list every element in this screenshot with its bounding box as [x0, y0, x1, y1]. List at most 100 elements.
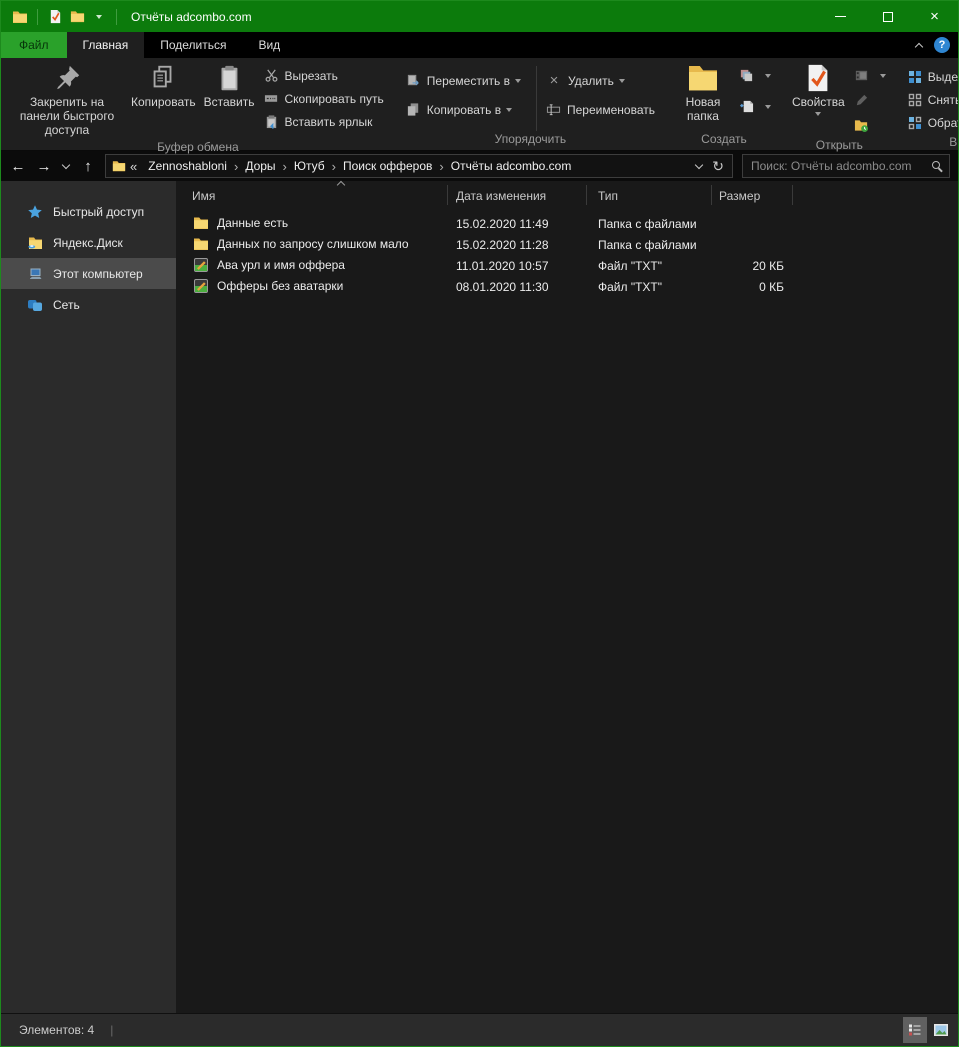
sidebar-item-label: Сеть	[53, 298, 80, 312]
refresh-icon[interactable]: ↻	[712, 158, 724, 175]
file-name: Данные есть	[217, 216, 288, 230]
copy-path-icon	[264, 91, 279, 106]
navigation-pane: Быстрый доступ Яндекс.Диск Этот компьюте…	[1, 181, 176, 1013]
help-icon[interactable]: ?	[934, 37, 950, 53]
qat-new-folder-icon[interactable]	[66, 5, 88, 29]
search-box[interactable]	[742, 154, 950, 178]
search-icon[interactable]	[932, 161, 940, 169]
file-row[interactable]: Офферы без аватарки 08.01.2020 11:30 Фай…	[176, 276, 958, 297]
column-header-date[interactable]: Дата изменения	[456, 189, 546, 203]
column-divider[interactable]	[792, 185, 793, 205]
select-none-button[interactable]: Снять выделение	[903, 88, 959, 111]
thumbnail-view-button[interactable]	[929, 1017, 953, 1043]
column-divider[interactable]	[447, 185, 448, 205]
easy-access-icon	[739, 68, 754, 83]
column-header-size[interactable]: Размер	[719, 189, 760, 203]
rename-label: Переименовать	[567, 103, 655, 117]
sidebar-item-quick-access[interactable]: Быстрый доступ	[1, 196, 176, 227]
file-list: Имя Дата изменения Тип Размер Данные ест…	[176, 181, 958, 1013]
copy-path-label: Скопировать путь	[285, 92, 384, 106]
details-view-button[interactable]	[903, 1017, 927, 1043]
qat-customize-dropdown[interactable]	[88, 5, 110, 29]
pin-label: Закрепить на панели быстрого доступа	[11, 95, 123, 137]
paste-shortcut-button[interactable]: Вставить ярлык	[259, 110, 389, 133]
tab-file[interactable]: Файл	[1, 32, 67, 58]
close-button[interactable]: ×	[911, 1, 958, 32]
back-button[interactable]: ←	[5, 153, 31, 179]
address-bar[interactable]: « Zennoshabloni › Доры › Ютуб › Поиск оф…	[105, 154, 733, 178]
file-row[interactable]: Ава урл и имя оффера 11.01.2020 10:57 Фа…	[176, 255, 958, 276]
file-row[interactable]: Данные есть 15.02.2020 11:49 Папка с фай…	[176, 213, 958, 234]
maximize-button[interactable]	[864, 1, 911, 32]
column-header-type[interactable]: Тип	[598, 189, 618, 203]
properties-icon	[803, 63, 833, 93]
new-item-dropdown-icon[interactable]	[765, 105, 771, 109]
sidebar-item-yandex-disk[interactable]: Яндекс.Диск	[1, 227, 176, 258]
navigation-bar: ← → ↑ « Zennoshabloni › Доры › Ютуб › По…	[1, 151, 958, 181]
copy-label: Копировать	[131, 95, 196, 109]
pin-to-quick-access-button[interactable]: Закрепить на панели быстрого доступа	[7, 61, 127, 139]
details-view-icon	[908, 1023, 922, 1037]
computer-icon	[27, 266, 43, 282]
breadcrumb-item[interactable]: Доры	[238, 159, 282, 173]
copy-to-dropdown-icon[interactable]	[506, 108, 512, 112]
address-dropdown-icon[interactable]	[695, 161, 703, 169]
new-folder-button[interactable]: Новая папка	[672, 61, 734, 125]
tab-view[interactable]: Вид	[242, 32, 296, 58]
star-icon	[27, 204, 43, 220]
tab-home[interactable]: Главная	[67, 32, 145, 58]
status-separator: |	[110, 1023, 113, 1037]
delete-dropdown-icon[interactable]	[619, 79, 625, 83]
paste-shortcut-label: Вставить ярлык	[285, 115, 373, 129]
copy-to-label: Копировать в	[427, 103, 501, 117]
up-button[interactable]: ↑	[75, 153, 101, 179]
edit-button[interactable]	[849, 89, 891, 112]
copy-to-icon	[406, 102, 421, 117]
copy-path-button[interactable]: Скопировать путь	[259, 87, 389, 110]
move-to-button[interactable]: Переместить в	[401, 69, 526, 92]
file-type: Папка с файлами	[598, 238, 697, 252]
yandex-disk-folder-icon	[27, 235, 43, 251]
minimize-button[interactable]	[817, 1, 864, 32]
forward-button[interactable]: →	[31, 153, 57, 179]
file-row[interactable]: Данных по запросу слишком мало 15.02.202…	[176, 234, 958, 255]
select-all-button[interactable]: Выделить все	[903, 65, 959, 88]
breadcrumb-item[interactable]: Ютуб	[287, 159, 332, 173]
sidebar-item-network[interactable]: Сеть	[1, 289, 176, 320]
easy-access-button[interactable]	[734, 64, 776, 87]
copy-to-button[interactable]: Копировать в	[401, 98, 526, 121]
sidebar-item-this-pc[interactable]: Этот компьютер	[1, 258, 176, 289]
cut-button[interactable]: Вырезать	[259, 64, 389, 87]
tab-share[interactable]: Поделиться	[144, 32, 242, 58]
open-with-button[interactable]	[849, 114, 891, 137]
recent-locations-button[interactable]	[57, 153, 75, 179]
collapse-ribbon-icon[interactable]	[915, 42, 923, 50]
file-size: 20 КБ	[701, 259, 784, 273]
properties-button[interactable]: Свойства	[788, 61, 849, 118]
group-label-select: Выделить	[897, 134, 959, 150]
copy-button[interactable]: Копировать	[127, 61, 200, 111]
cut-label: Вырезать	[285, 69, 338, 83]
new-item-button[interactable]	[734, 95, 776, 118]
delete-button[interactable]: × Удалить	[541, 69, 660, 92]
breadcrumb-item[interactable]: Zennoshabloni	[141, 159, 234, 173]
rename-button[interactable]: Переименовать	[541, 98, 660, 121]
move-to-label: Переместить в	[427, 74, 510, 88]
column-divider[interactable]	[711, 185, 712, 205]
column-header-name[interactable]: Имя	[192, 189, 215, 203]
move-to-dropdown-icon[interactable]	[515, 79, 521, 83]
easy-access-dropdown-icon[interactable]	[765, 74, 771, 78]
file-name: Ава урл и имя оффера	[217, 258, 345, 272]
breadcrumb-overflow-button[interactable]: «	[126, 159, 141, 174]
breadcrumb-item[interactable]: Поиск офферов	[336, 159, 439, 173]
group-label-create: Создать	[666, 131, 782, 150]
breadcrumb-item[interactable]: Отчёты adcombo.com	[444, 159, 579, 173]
qat-properties-icon[interactable]	[44, 5, 66, 29]
history-button[interactable]	[849, 64, 891, 87]
search-input[interactable]	[751, 159, 928, 173]
invert-selection-button[interactable]: Обратить выделение	[903, 111, 959, 134]
properties-dropdown-icon[interactable]	[815, 112, 821, 116]
paste-button[interactable]: Вставить	[200, 61, 259, 111]
titlebar[interactable]: Отчёты adcombo.com ×	[1, 1, 958, 32]
column-divider[interactable]	[586, 185, 587, 205]
